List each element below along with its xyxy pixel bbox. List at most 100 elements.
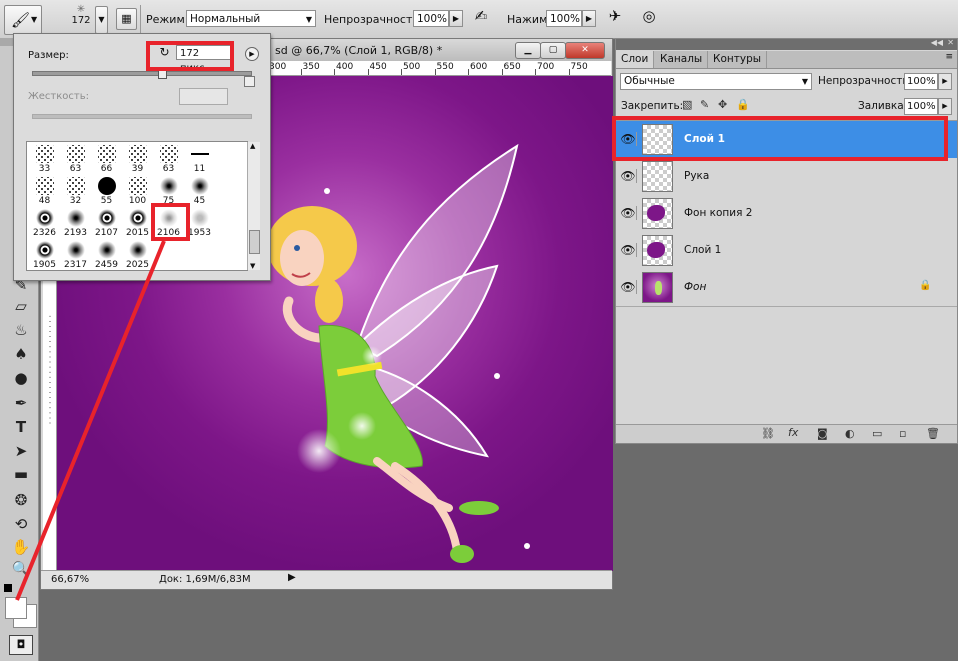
close-button[interactable]: ✕ bbox=[565, 42, 605, 59]
collapse-icon[interactable]: ◀◀ bbox=[931, 38, 943, 47]
brush-preset[interactable]: 63 bbox=[153, 142, 184, 174]
brush-preset[interactable]: 2459 bbox=[91, 238, 122, 270]
layer-row[interactable]: 👁 Слой 1 bbox=[616, 232, 957, 270]
tablet-opacity-pressure-button[interactable]: ✍ bbox=[470, 7, 492, 29]
panel-menu-icon[interactable]: ≡ bbox=[945, 52, 953, 62]
popup-menu-button[interactable]: ▶ bbox=[245, 47, 259, 61]
eraser-tool[interactable]: ▱ bbox=[10, 296, 32, 316]
brush-preset-size: 63 bbox=[162, 164, 175, 174]
lock-position-icon[interactable]: ✥ bbox=[718, 98, 727, 111]
tablet-size-pressure-button[interactable]: ◎ bbox=[638, 7, 660, 29]
brush-preset[interactable]: 32 bbox=[60, 174, 91, 206]
maximize-button[interactable]: ▢ bbox=[540, 42, 566, 59]
grid-scrollbar[interactable]: ▲ ▼ bbox=[247, 142, 260, 270]
3d-rotate-tool[interactable]: ❂ bbox=[10, 490, 32, 510]
visibility-eye-icon[interactable]: 👁 bbox=[620, 280, 637, 294]
layer-style-icon[interactable]: fx bbox=[788, 426, 798, 439]
mode-select[interactable]: Нормальный ▼ bbox=[186, 10, 316, 27]
brush-picker-dropdown[interactable]: ▼ bbox=[95, 6, 108, 34]
fill-slider-button[interactable]: ▶ bbox=[938, 98, 952, 115]
brush-preset[interactable]: 33 bbox=[29, 142, 60, 174]
default-colors-icon[interactable] bbox=[4, 584, 12, 592]
type-tool[interactable]: T bbox=[10, 417, 32, 437]
new-preset-button[interactable] bbox=[244, 76, 255, 87]
rotate-icon: ❂ bbox=[14, 491, 28, 509]
minimize-button[interactable]: ▁ bbox=[515, 42, 541, 59]
document-size-info[interactable]: Док: 1,69M/6,83M bbox=[159, 574, 251, 585]
brush-preset[interactable]: 2025 bbox=[122, 238, 153, 270]
visibility-eye-icon[interactable]: 👁 bbox=[620, 243, 637, 257]
brush-preset[interactable]: 39 bbox=[122, 142, 153, 174]
brush-tip-icon bbox=[66, 209, 85, 227]
tab-layers[interactable]: Слои bbox=[616, 51, 655, 68]
layer-name[interactable]: Рука bbox=[684, 170, 709, 182]
brush-preset[interactable]: 2107 bbox=[91, 206, 122, 238]
blend-mode-select[interactable]: Обычные ▼ bbox=[620, 73, 812, 90]
brush-preset[interactable]: 2015 bbox=[122, 206, 153, 238]
brush-preset[interactable]: 45 bbox=[184, 174, 215, 206]
3d-orbit-tool[interactable]: ⟲ bbox=[10, 514, 32, 534]
zoom-level[interactable]: 66,67% bbox=[51, 574, 89, 585]
highlight-size-box bbox=[146, 41, 234, 71]
pen-tool[interactable]: ✒ bbox=[10, 393, 32, 413]
brush-preset[interactable]: 2193 bbox=[60, 206, 91, 238]
lock-transparency-icon[interactable]: ▧ bbox=[682, 98, 692, 111]
brush-preset[interactable]: 11 bbox=[184, 142, 215, 174]
tab-channels[interactable]: Каналы bbox=[655, 51, 709, 68]
brush-preset[interactable]: 63 bbox=[60, 142, 91, 174]
rectangle-tool[interactable]: ▬ bbox=[10, 464, 32, 484]
quick-mask-button[interactable]: ◘ bbox=[9, 635, 33, 655]
close-icon[interactable]: ✕ bbox=[947, 38, 954, 47]
brush-preset-size: 33 bbox=[38, 164, 51, 174]
layer-name[interactable]: Фон копия 2 bbox=[684, 207, 752, 219]
brush-size-preview[interactable]: ✳ 172 bbox=[66, 4, 96, 34]
new-group-icon[interactable]: ▭ bbox=[872, 427, 882, 440]
brush-panel-toggle-button[interactable]: ▦ bbox=[116, 8, 137, 30]
layer-name[interactable]: Фон bbox=[684, 281, 706, 293]
brush-preset[interactable]: 48 bbox=[29, 174, 60, 206]
opacity-slider-button[interactable]: ▶ bbox=[449, 10, 463, 27]
new-layer-icon[interactable]: ▫ bbox=[899, 427, 906, 440]
brush-preset[interactable]: 2326 bbox=[29, 206, 60, 238]
visibility-eye-icon[interactable]: 👁 bbox=[620, 169, 637, 183]
lock-all-icon[interactable]: 🔒 bbox=[736, 98, 750, 111]
zoom-tool[interactable]: 🔍 bbox=[10, 559, 32, 579]
brush-preset[interactable]: 66 bbox=[91, 142, 122, 174]
brush-preset[interactable]: 100 bbox=[122, 174, 153, 206]
status-menu-arrow[interactable]: ▶ bbox=[288, 572, 296, 583]
brush-preset-size: 2317 bbox=[64, 260, 87, 270]
paint-bucket-tool[interactable]: ♨ bbox=[10, 320, 32, 340]
brush-preset[interactable]: 1905 bbox=[29, 238, 60, 270]
layer-row[interactable]: 👁 Фон 🔒 bbox=[616, 269, 957, 307]
foreground-color-swatch[interactable] bbox=[5, 597, 27, 619]
opacity-input[interactable]: 100% bbox=[413, 10, 449, 27]
brush-tool-preset-picker[interactable]: 🖌 ▼ bbox=[4, 5, 42, 35]
adjustment-layer-icon[interactable]: ◐ bbox=[845, 427, 855, 440]
brush-preset[interactable]: 55 bbox=[91, 174, 122, 206]
lock-image-icon[interactable]: ✎ bbox=[700, 98, 709, 111]
flow-slider-button[interactable]: ▶ bbox=[582, 10, 596, 27]
brush-preset[interactable]: 2317 bbox=[60, 238, 91, 270]
layer-opacity-slider-button[interactable]: ▶ bbox=[938, 73, 952, 90]
flow-input[interactable]: 100% bbox=[546, 10, 582, 27]
grid-scroll-thumb[interactable] bbox=[249, 230, 260, 254]
size-slider[interactable] bbox=[32, 71, 252, 76]
path-selection-tool[interactable]: ➤ bbox=[10, 441, 32, 461]
dodge-tool[interactable]: ● bbox=[10, 368, 32, 388]
layer-mask-icon[interactable]: ◙ bbox=[817, 427, 828, 440]
layer-row[interactable]: 👁 Рука bbox=[616, 158, 957, 196]
airbrush-button[interactable]: ✈ bbox=[604, 7, 626, 29]
brush-preset[interactable]: 75 bbox=[153, 174, 184, 206]
visibility-eye-icon[interactable]: 👁 bbox=[620, 206, 637, 220]
hand-tool[interactable]: ✋ bbox=[10, 537, 32, 557]
blur-tool[interactable]: ♠ bbox=[10, 344, 32, 364]
tab-paths[interactable]: Контуры bbox=[708, 51, 768, 68]
layer-row[interactable]: 👁 Фон копия 2 bbox=[616, 195, 957, 233]
delete-layer-icon[interactable]: 🗑 bbox=[926, 427, 940, 440]
hardness-input bbox=[179, 88, 228, 105]
brush-tip-icon bbox=[66, 241, 85, 259]
layer-opacity-input[interactable]: 100% bbox=[904, 73, 938, 90]
link-layers-icon[interactable]: ⛓ bbox=[761, 427, 775, 440]
layer-name[interactable]: Слой 1 bbox=[684, 244, 721, 256]
fill-input[interactable]: 100% bbox=[904, 98, 938, 115]
